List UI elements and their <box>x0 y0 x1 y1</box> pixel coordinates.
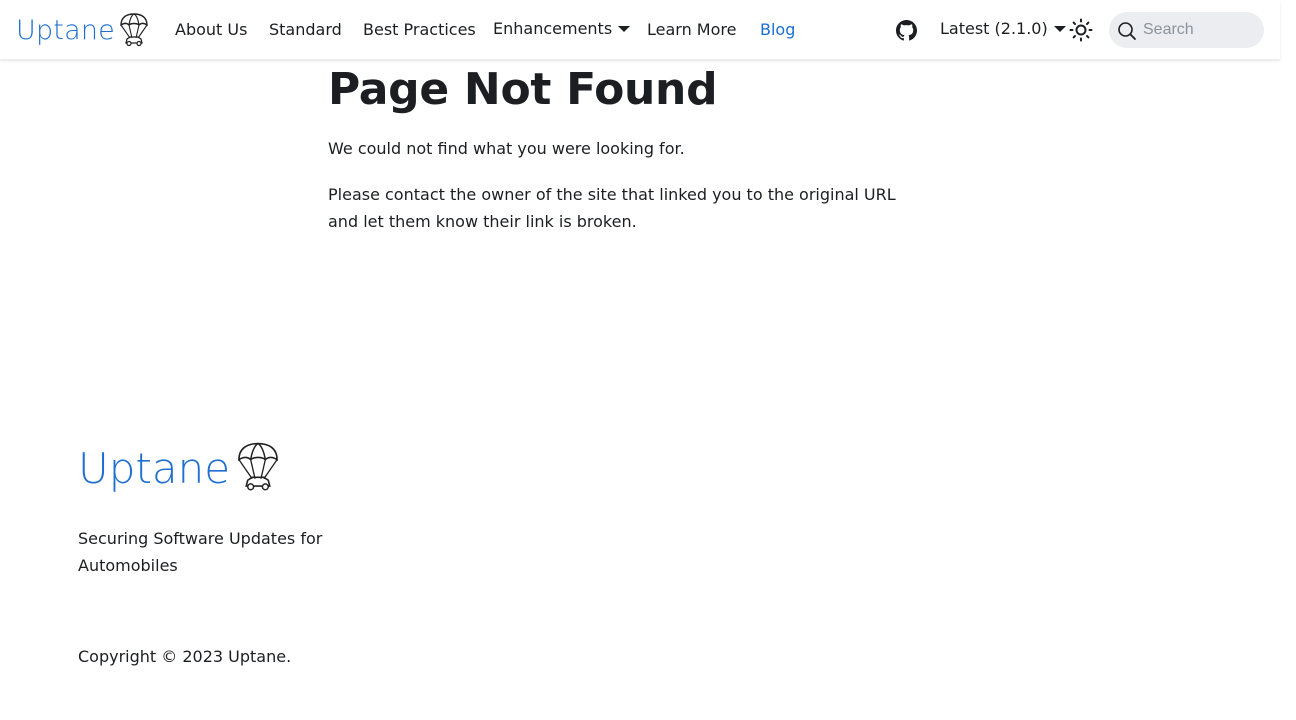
caret-down-icon <box>1053 25 1066 32</box>
page-title: Page Not Found <box>328 64 718 115</box>
nav-link-blog[interactable]: Blog <box>760 19 795 41</box>
footer-brand-name: Uptane <box>78 444 231 493</box>
sun-icon[interactable] <box>1069 18 1093 42</box>
nav-link-learn-more[interactable]: Learn More <box>647 19 736 41</box>
navbar: Uptane About Us Standard Best Practices … <box>0 0 1280 60</box>
nav-link-standard[interactable]: Standard <box>269 19 342 41</box>
contact-owner-message: Please contact the owner of the site tha… <box>328 185 896 231</box>
version-dropdown-label: Latest (2.1.0) <box>940 19 1048 38</box>
footer-tagline: Securing Software Updates for Automobile… <box>78 529 323 575</box>
footer-logo[interactable]: Uptane <box>78 440 478 494</box>
parachute-car-icon <box>238 442 278 491</box>
navbar-logo[interactable]: Uptane <box>16 12 149 48</box>
navbar-brand-name: Uptane <box>16 14 115 46</box>
footer: Uptane Securing Software Updates for Aut… <box>78 440 478 666</box>
nav-link-about-us[interactable]: About Us <box>175 19 247 41</box>
search-box[interactable] <box>1109 12 1264 48</box>
caret-down-icon <box>618 25 631 32</box>
main-content: Page Not Found We could not find what yo… <box>328 62 928 235</box>
github-icon <box>896 20 917 41</box>
nav-dropdown-enhancements-label: Enhancements <box>493 19 613 38</box>
search-icon <box>1118 22 1136 40</box>
nav-link-best-practices[interactable]: Best Practices <box>363 19 476 41</box>
search-input[interactable] <box>1143 12 1258 48</box>
not-found-message: We could not find what you were looking … <box>328 139 685 158</box>
version-dropdown[interactable]: Latest (2.1.0) <box>940 18 1066 40</box>
footer-copyright: Copyright © 2023 Uptane. <box>78 647 292 666</box>
parachute-car-icon <box>120 13 148 47</box>
nav-dropdown-enhancements[interactable]: Enhancements <box>493 18 631 40</box>
